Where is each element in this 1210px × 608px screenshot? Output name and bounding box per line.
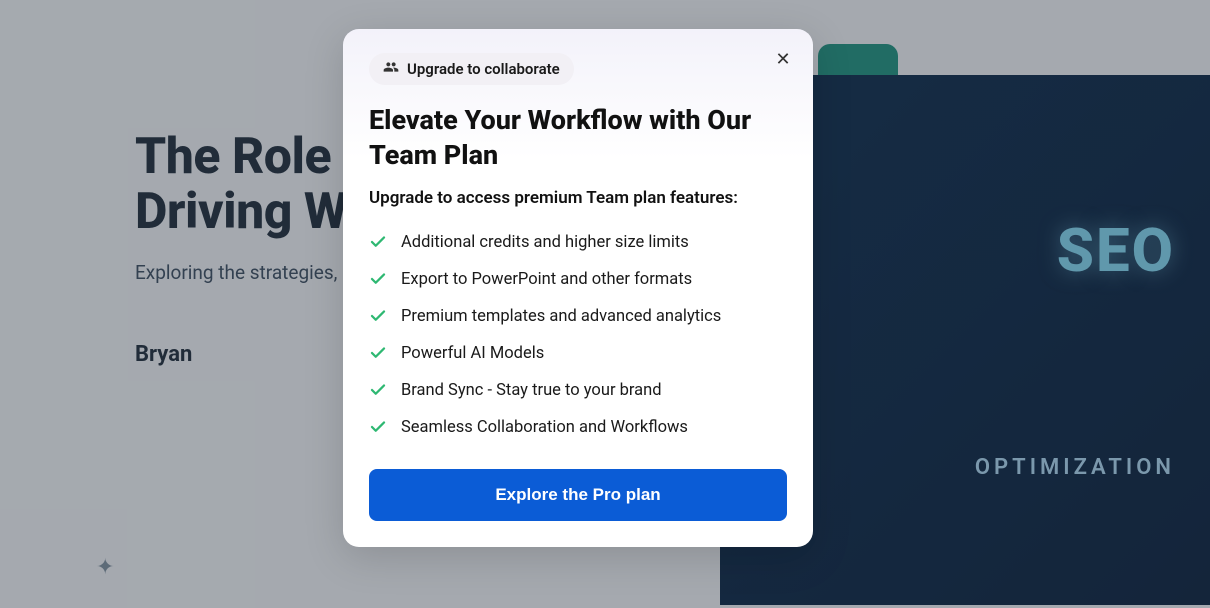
check-icon (369, 233, 387, 251)
check-icon (369, 307, 387, 325)
modal-title: Elevate Your Workflow with Our Team Plan (369, 103, 787, 173)
feature-text: Export to PowerPoint and other formats (401, 270, 692, 289)
list-item: Premium templates and advanced analytics (369, 307, 787, 326)
list-item: Export to PowerPoint and other formats (369, 270, 787, 289)
upgrade-modal: ✕ Upgrade to collaborate Elevate Your Wo… (343, 29, 813, 547)
list-item: Seamless Collaboration and Workflows (369, 418, 787, 437)
people-icon (383, 59, 399, 79)
check-icon (369, 270, 387, 288)
close-button[interactable]: ✕ (771, 47, 795, 71)
modal-subtitle: Upgrade to access premium Team plan feat… (369, 187, 787, 211)
check-icon (369, 344, 387, 362)
badge-text: Upgrade to collaborate (407, 60, 560, 78)
check-icon (369, 418, 387, 436)
check-icon (369, 381, 387, 399)
feature-list: Additional credits and higher size limit… (369, 233, 787, 437)
upgrade-badge: Upgrade to collaborate (369, 53, 574, 85)
list-item: Additional credits and higher size limit… (369, 233, 787, 252)
explore-pro-button[interactable]: Explore the Pro plan (369, 469, 787, 521)
close-icon: ✕ (775, 49, 790, 70)
feature-text: Additional credits and higher size limit… (401, 233, 689, 252)
feature-text: Powerful AI Models (401, 344, 544, 363)
list-item: Brand Sync - Stay true to your brand (369, 381, 787, 400)
feature-text: Seamless Collaboration and Workflows (401, 418, 688, 437)
feature-text: Premium templates and advanced analytics (401, 307, 721, 326)
feature-text: Brand Sync - Stay true to your brand (401, 381, 662, 400)
list-item: Powerful AI Models (369, 344, 787, 363)
